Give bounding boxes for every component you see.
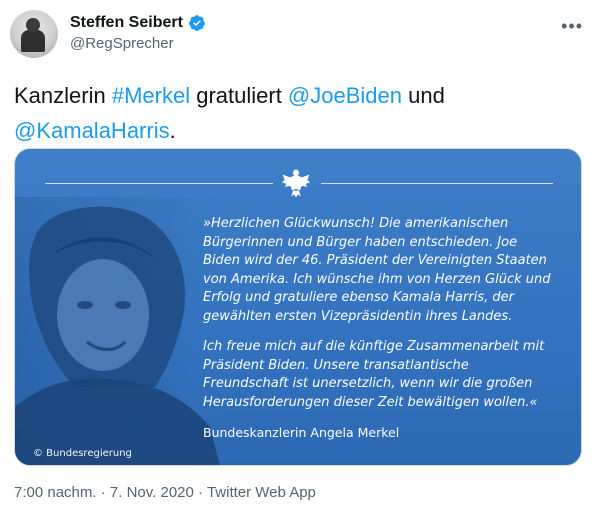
tweet-header: Steffen Seibert @RegSprecher ••• — [10, 10, 585, 66]
author-names: Steffen Seibert @RegSprecher — [70, 14, 206, 52]
divider-right — [321, 183, 553, 184]
mention-joebiden-link[interactable]: @JoeBiden — [288, 83, 402, 108]
tweet-text-plain: . — [169, 118, 176, 143]
meta-separator: · — [198, 484, 204, 501]
hashtag-merkel-link[interactable]: #Merkel — [112, 83, 190, 108]
tweet-text-plain: gratuliert — [190, 83, 288, 108]
avatar[interactable] — [10, 10, 58, 58]
quote-text: »Herzlichen Glückwunsch! Die amerikanisc… — [203, 215, 553, 424]
merkel-portrait-image — [15, 197, 225, 465]
mention-kamalaharris-link[interactable]: @KamalaHarris — [14, 118, 170, 143]
quote-paragraph: »Herzlichen Glückwunsch! Die amerikanisc… — [203, 216, 551, 324]
author-handle[interactable]: @RegSprecher — [70, 35, 206, 52]
author-display-name[interactable]: Steffen Seibert — [70, 14, 183, 32]
more-options-icon[interactable]: ••• — [561, 16, 583, 37]
quote-paragraph: Ich freue mich auf die künftige Zusammen… — [203, 339, 545, 410]
avatar-figure-head — [26, 18, 40, 32]
verified-badge-icon — [189, 15, 205, 31]
meta-separator: · — [100, 484, 106, 501]
quote-signature: Bundeskanzlerin Angela Merkel — [203, 425, 400, 440]
tweet-media-image[interactable]: »Herzlichen Glückwunsch! Die amerikanisc… — [14, 148, 582, 466]
tweet-time[interactable]: 7:00 nachm. — [14, 484, 97, 501]
tweet-meta: 7:00 nachm. · 7. Nov. 2020 · Twitter Web… — [14, 484, 316, 501]
tweet-date[interactable]: 7. Nov. 2020 — [110, 484, 194, 501]
avatar-figure-body — [21, 30, 45, 52]
tweet-text-plain: Kanzlerin — [14, 83, 112, 108]
tweet-source[interactable]: Twitter Web App — [207, 484, 316, 501]
tweet-text-plain: und — [402, 83, 445, 108]
divider-left — [45, 183, 273, 184]
tweet-text: Kanzlerin #Merkel gratuliert @JoeBiden u… — [14, 78, 579, 148]
author-display-name-row[interactable]: Steffen Seibert — [70, 14, 206, 32]
image-copyright: © Bundesregierung — [33, 448, 132, 459]
federal-eagle-icon — [281, 169, 311, 198]
